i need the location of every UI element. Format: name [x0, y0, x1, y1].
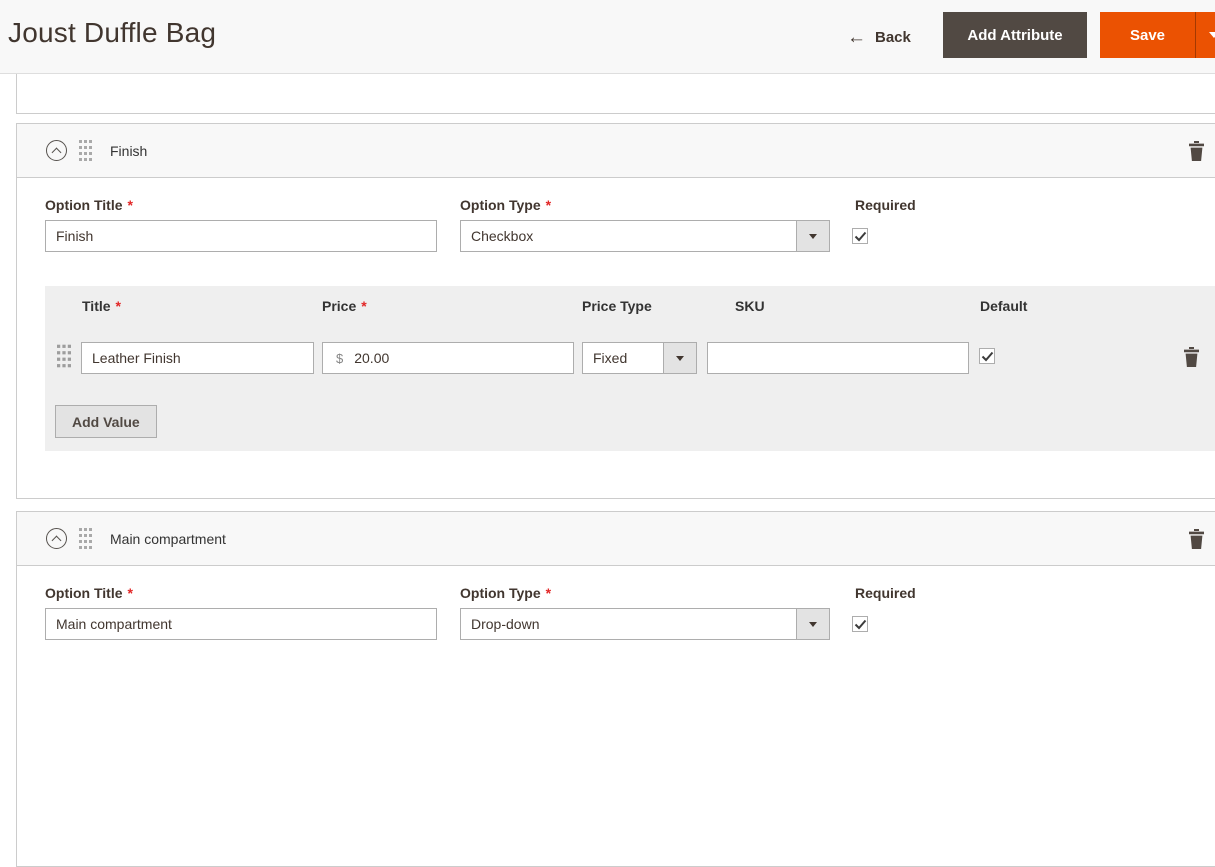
required-field: Required — [852, 586, 916, 640]
option-type-label: Option Type — [460, 585, 541, 601]
chevron-down-icon — [1209, 32, 1215, 38]
column-header-price-type: Price Type — [582, 298, 652, 314]
page-header: Joust Duffle Bag ← Back Add Attribute Sa… — [0, 0, 1215, 74]
required-asterisk: * — [127, 197, 133, 213]
select-arrow — [796, 221, 829, 251]
required-label: Required — [855, 197, 916, 213]
option-value-row: $ Fixed — [45, 342, 1215, 374]
page-content: Finish Option Title* Option Type* Checkb… — [0, 74, 1215, 867]
drag-handle-icon[interactable] — [79, 140, 92, 161]
chevron-up-icon — [51, 535, 62, 546]
chevron-down-icon — [809, 233, 817, 239]
back-arrow-icon: ← — [847, 26, 866, 48]
required-asterisk: * — [545, 197, 552, 213]
option-title-field: Option Title * — [45, 198, 437, 252]
section-body-main-compartment: Option Title* Option Type* Drop-down Req… — [17, 566, 1215, 866]
option-type-select[interactable]: Checkbox — [460, 220, 830, 252]
back-label: Back — [875, 28, 911, 46]
value-price-field: $ — [322, 342, 574, 374]
required-field: Required — [852, 198, 916, 252]
checkmark-icon — [854, 231, 867, 242]
column-header-default: Default — [980, 298, 1028, 314]
section-title: Finish — [110, 142, 148, 159]
column-header-title: Title * — [82, 298, 121, 314]
section-body-finish: Option Title* Option Type* Checkbox Requ… — [17, 178, 1215, 498]
trash-icon — [1189, 529, 1204, 549]
default-checkbox[interactable] — [979, 347, 995, 364]
option-type-label: Option Type — [460, 197, 541, 213]
checkmark-icon — [854, 619, 867, 630]
price-type-select[interactable]: Fixed — [582, 342, 697, 374]
trash-icon — [1189, 141, 1204, 161]
back-button[interactable]: ← Back — [841, 0, 917, 74]
option-type-select[interactable]: Drop-down — [460, 608, 830, 640]
option-title-field: Option Title * — [45, 586, 437, 640]
value-sku-input[interactable] — [707, 342, 969, 374]
option-title-label: Option Title — [45, 585, 123, 601]
column-header-price: Price * — [322, 298, 367, 314]
select-arrow — [663, 343, 696, 373]
drag-handle-icon[interactable] — [57, 343, 71, 369]
section-header-finish: Finish — [17, 124, 1215, 178]
save-split-button: Save — [1100, 12, 1215, 58]
section-header-main-compartment: Main compartment — [17, 512, 1215, 566]
page-title: Joust Duffle Bag — [8, 17, 217, 48]
value-title-input[interactable] — [81, 342, 314, 374]
add-attribute-button[interactable]: Add Attribute — [943, 12, 1087, 58]
panel-gap — [0, 114, 1215, 123]
save-dropdown-toggle[interactable] — [1195, 12, 1215, 58]
option-title-input[interactable] — [45, 608, 437, 640]
trash-icon — [1184, 347, 1199, 367]
save-button[interactable]: Save — [1100, 12, 1195, 58]
option-type-selected-value: Checkbox — [471, 228, 534, 244]
checkmark-icon — [981, 351, 994, 361]
option-title-input[interactable] — [45, 220, 437, 252]
required-asterisk: * — [127, 585, 133, 601]
option-type-field: Option Type * Drop-down — [460, 586, 830, 640]
chevron-down-icon — [809, 621, 817, 627]
required-checkbox[interactable] — [852, 228, 868, 244]
chevron-up-icon — [51, 147, 62, 158]
delete-section-button[interactable] — [1188, 529, 1205, 552]
currency-symbol: $ — [336, 350, 344, 366]
delete-row-button[interactable] — [1183, 347, 1200, 370]
collapse-toggle-icon[interactable] — [46, 528, 67, 549]
option-section-main-compartment: Main compartment Option Title* Option Ty… — [16, 511, 1215, 867]
drag-handle-icon[interactable] — [79, 528, 92, 549]
option-values-table: Title * Price * Price Type SKU Default L… — [45, 286, 1215, 451]
column-header-sku: SKU — [735, 298, 765, 314]
add-value-button[interactable]: Add Value — [55, 405, 157, 438]
collapsed-panel-partial — [16, 74, 1215, 114]
panel-gap — [0, 499, 1215, 511]
delete-section-button[interactable] — [1188, 141, 1205, 164]
option-title-label: Option Title — [45, 197, 123, 213]
option-type-field: Option Type * Checkbox — [460, 198, 830, 252]
select-arrow — [796, 609, 829, 639]
option-section-finish: Finish Option Title* Option Type* Checkb… — [16, 123, 1215, 499]
collapse-toggle-icon[interactable] — [46, 140, 67, 161]
chevron-down-icon — [676, 355, 684, 361]
price-type-selected-value: Fixed — [593, 350, 628, 366]
value-price-input[interactable] — [343, 343, 573, 373]
section-title: Main compartment — [110, 530, 226, 547]
table-header-row: Title * Price * Price Type SKU Default — [45, 286, 1215, 326]
required-label: Required — [855, 585, 916, 601]
required-asterisk: * — [545, 585, 552, 601]
